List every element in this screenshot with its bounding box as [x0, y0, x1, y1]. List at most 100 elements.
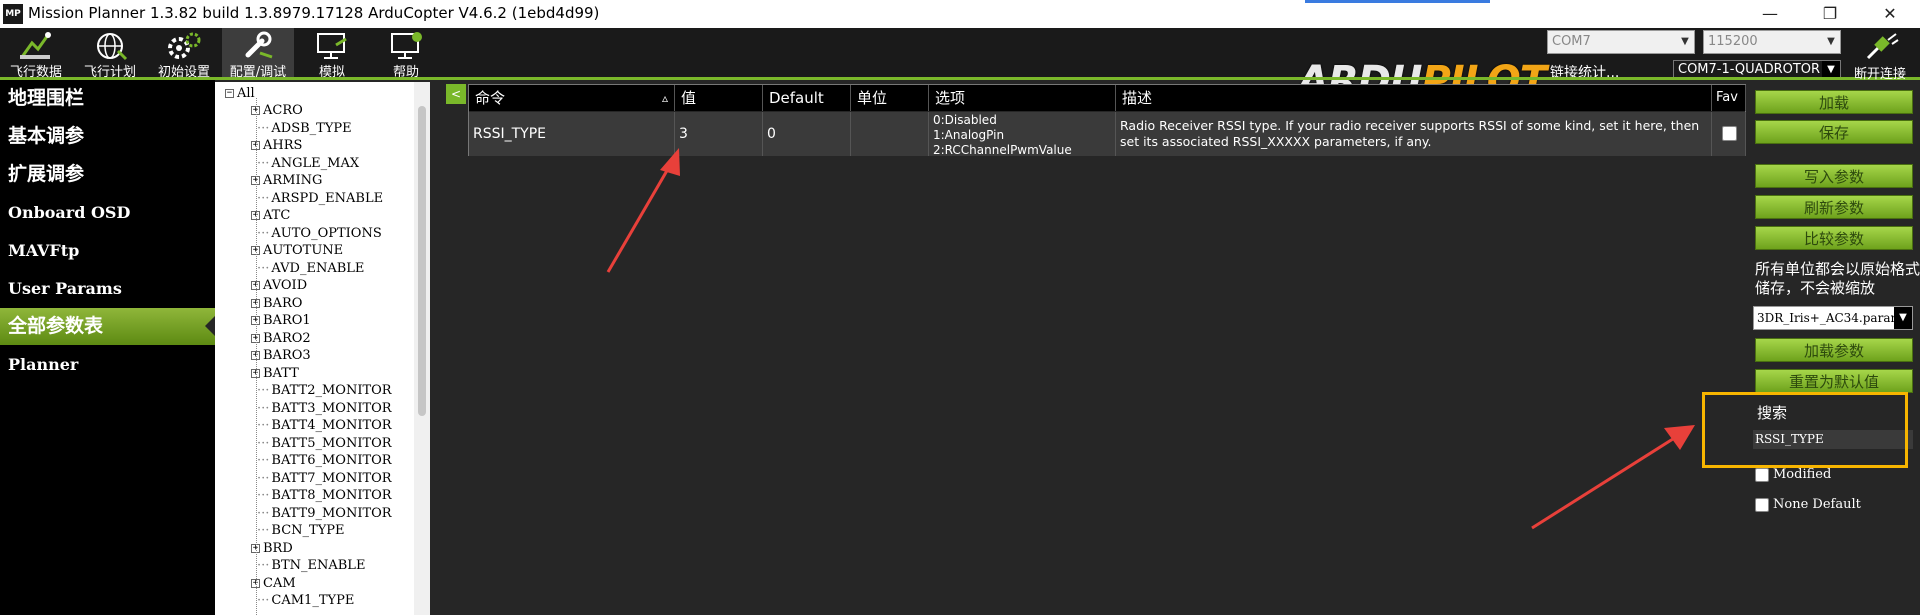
sidebar-item-extended-tuning[interactable]: 扩展调参 — [0, 156, 215, 193]
disconnect-button[interactable]: 断开连接 — [1844, 30, 1916, 82]
close-button[interactable]: ✕ — [1860, 0, 1920, 28]
tree-node[interactable]: ··· AVD_ENABLE — [257, 260, 364, 277]
modified-filter[interactable]: Modified — [1755, 466, 1831, 484]
column-header-command[interactable]: 命令 ▵ — [469, 85, 675, 111]
scrollbar-thumb[interactable] — [418, 106, 426, 416]
connection-value: COM7-1-QUADROTOR — [1678, 62, 1821, 77]
tree-node[interactable]: ··· BATT3_MONITOR — [257, 400, 392, 417]
tree-node[interactable]: + BARO3 — [251, 347, 311, 364]
app-icon: MP — [3, 4, 23, 24]
tree-connector: ··· — [257, 225, 270, 241]
help-monitor-icon — [391, 32, 422, 59]
sidebar-item-geofence[interactable]: 地理围栏 — [0, 80, 215, 117]
sidebar-item-planner[interactable]: Planner — [0, 346, 215, 383]
column-header-default[interactable]: Default — [763, 85, 851, 111]
cell-command[interactable]: RSSI_TYPE — [469, 112, 675, 156]
tree-node[interactable]: + AUTOTUNE — [251, 242, 343, 259]
save-button[interactable]: 保存 — [1755, 120, 1913, 144]
cell-unit[interactable] — [851, 112, 929, 156]
collapse-icon[interactable]: − — [225, 89, 234, 98]
tree-node-label: BATT3_MONITOR — [271, 400, 392, 416]
tree-node[interactable]: + BRD — [251, 540, 293, 557]
sidebar-item-mavftp[interactable]: MAVFtp — [0, 232, 215, 269]
option-line: 2:RCChannelPwmValue — [933, 143, 1072, 156]
fav-checkbox[interactable] — [1722, 126, 1737, 141]
column-header-value[interactable]: 值 — [675, 85, 763, 111]
menu-simulation[interactable]: 模拟 — [296, 28, 368, 80]
sidebar-item-user-params[interactable]: User Params — [0, 270, 215, 307]
cell-options[interactable]: 0:Disabled 1:AnalogPin 2:RCChannelPwmVal… — [929, 112, 1116, 156]
tree-node[interactable]: ··· BATT6_MONITOR — [257, 452, 392, 469]
tree-node[interactable]: ··· ANGLE_MAX — [257, 155, 359, 172]
refresh-params-button[interactable]: 刷新参数 — [1755, 195, 1913, 219]
tree-node[interactable]: + ACRO — [251, 102, 303, 119]
tree-node[interactable]: ··· BATT8_MONITOR — [257, 487, 392, 504]
port-value: COM7 — [1552, 34, 1591, 49]
tree-node-label: ACRO — [263, 103, 303, 118]
tree-node[interactable]: ··· BATT4_MONITOR — [257, 417, 392, 434]
tree-node[interactable]: + BARO2 — [251, 330, 311, 347]
tree-node[interactable]: ··· BCN_TYPE — [257, 522, 345, 539]
sidebar-item-onboard-osd[interactable]: Onboard OSD — [0, 194, 215, 231]
tree-node-label: AHRS — [263, 138, 303, 153]
menu-initial-setup[interactable]: 初始设置 — [148, 28, 220, 80]
tree-node-label: AVD_ENABLE — [271, 260, 365, 276]
tree-connector: ··· — [257, 470, 270, 486]
tree-scrollbar[interactable] — [414, 82, 430, 615]
column-header-description[interactable]: 描述 — [1116, 85, 1712, 111]
tree-node[interactable]: ··· ARSPD_ENABLE — [257, 190, 383, 207]
cell-default[interactable]: 0 — [763, 112, 851, 156]
tree-node-label: BCN_TYPE — [271, 523, 345, 538]
column-header-fav[interactable]: Fav — [1712, 85, 1746, 111]
tree-node-label: BATT — [263, 365, 299, 381]
menu-flight-data[interactable]: 飞行数据 — [0, 28, 72, 80]
menu-flight-plan[interactable]: 飞行计划 — [74, 28, 146, 80]
tree-node[interactable]: + AHRS — [251, 137, 302, 154]
column-header-options[interactable]: 选项 — [929, 85, 1116, 111]
tree-node[interactable]: + AVOID — [251, 277, 307, 294]
tree-node[interactable]: + BARO1 — [251, 312, 311, 329]
tree-node[interactable]: + BATT — [251, 365, 299, 382]
menu-config-tuning[interactable]: 配置/调试 — [222, 28, 294, 80]
param-tree: − All + ACRO ··· ADSB_TYPE + AHRS ··· ANGLE_MAX +… — [215, 82, 425, 615]
baud-select[interactable]: 115200 ▼ — [1703, 30, 1841, 54]
tree-node-label: BRD — [263, 540, 293, 556]
load-params-button[interactable]: 加载参数 — [1755, 338, 1913, 362]
tree-node[interactable]: + CAM — [251, 575, 296, 592]
tree-connector: ··· — [257, 190, 270, 206]
compare-params-button[interactable]: 比较参数 — [1755, 226, 1913, 250]
param-file-select[interactable]: 3DR_Iris+_AC34.param ▼ — [1753, 306, 1913, 330]
tree-node[interactable]: ··· BATT5_MONITOR — [257, 435, 392, 452]
tree-connector: ··· — [257, 155, 270, 171]
port-select[interactable]: COM7 ▼ — [1547, 30, 1695, 54]
cell-value[interactable]: 3 — [675, 112, 763, 156]
tree-connector: ··· — [257, 260, 270, 276]
none-default-checkbox[interactable] — [1755, 497, 1769, 512]
menu-bar: 飞行数据 飞行计划 初始设置 配置/调试 模拟 帮助 ARDUPILOT COM… — [0, 28, 1920, 104]
tree-node[interactable]: ··· AUTO_OPTIONS — [257, 225, 382, 242]
minimize-button[interactable]: — — [1740, 0, 1800, 28]
sidebar-item-full-param-list[interactable]: 全部参数表 — [0, 308, 215, 345]
none-default-filter[interactable]: None Default — [1755, 496, 1861, 514]
tree-node[interactable]: ··· BATT2_MONITOR — [257, 382, 392, 399]
modified-checkbox[interactable] — [1755, 467, 1769, 482]
menu-help[interactable]: 帮助 — [370, 28, 442, 80]
reset-default-button[interactable]: 重置为默认值 — [1755, 369, 1913, 393]
sidebar-item-basic-tuning[interactable]: 基本调参 — [0, 118, 215, 155]
chevron-down-icon: ▼ — [1894, 307, 1912, 329]
tree-node[interactable]: ··· CAM1_TYPE — [257, 592, 354, 609]
tree-node[interactable]: + ARMING — [251, 172, 322, 189]
column-header-unit[interactable]: 单位 — [851, 85, 929, 111]
chevron-down-icon: ▼ — [1681, 36, 1689, 47]
tree-node[interactable]: ··· BATT7_MONITOR — [257, 470, 392, 487]
collapse-panel-button[interactable]: < — [446, 84, 466, 104]
tree-connector: ··· — [257, 558, 270, 573]
tree-node[interactable]: ··· BTN_ENABLE — [257, 557, 365, 574]
tree-root[interactable]: − All — [225, 85, 255, 102]
load-button[interactable]: 加载 — [1755, 90, 1913, 114]
maximize-button[interactable]: ❐ — [1800, 0, 1860, 28]
tree-node[interactable]: ··· BATT9_MONITOR — [257, 505, 392, 522]
tree-node[interactable]: + BARO — [251, 295, 302, 312]
tree-node[interactable]: ··· ADSB_TYPE — [257, 120, 352, 137]
write-params-button[interactable]: 写入参数 — [1755, 164, 1913, 188]
